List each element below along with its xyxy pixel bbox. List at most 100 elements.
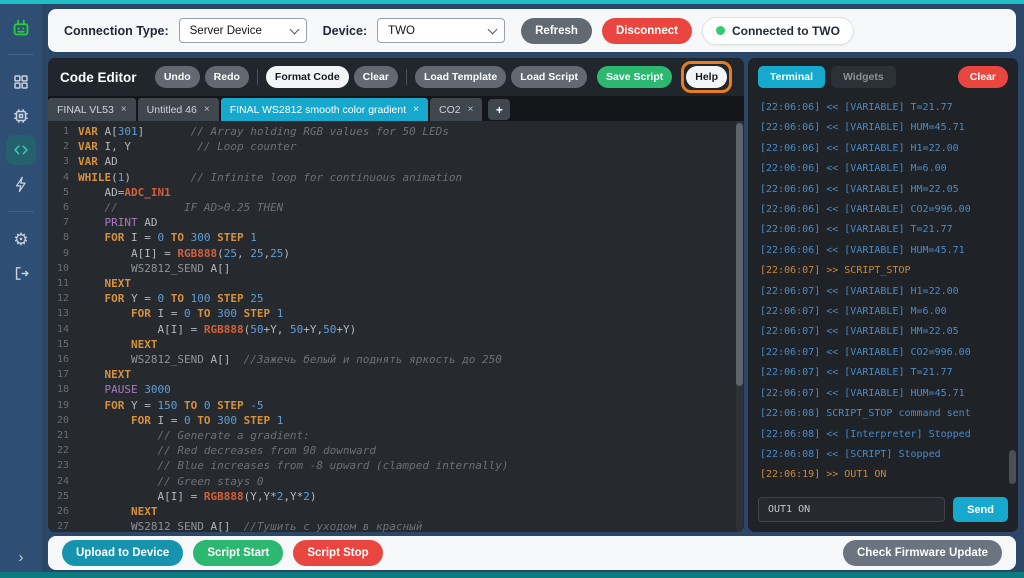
terminal-line: [22:06:06] << [VARIABLE] M=6.00 — [760, 163, 947, 175]
line-number: 12 — [56, 293, 69, 305]
bottom-accent-strip — [0, 572, 1024, 578]
code-line: 11 NEXT — [48, 276, 744, 291]
check-firmware-update-button[interactable]: Check Firmware Update — [842, 540, 1002, 566]
script-stop-button[interactable]: Script Stop — [293, 540, 383, 566]
code-editor-title: Code Editor — [60, 69, 137, 85]
sidebar-item-logout[interactable] — [6, 258, 36, 288]
line-number: 23 — [56, 460, 69, 472]
refresh-button[interactable]: Refresh — [521, 17, 592, 44]
code-line: 25 A[I] = RGB888(Y,Y*2,Y*2) — [48, 489, 744, 504]
terminal-command-input[interactable] — [758, 497, 946, 522]
device-select-wrap: TWO — [377, 18, 506, 43]
editor-tab[interactable]: CO2 × — [430, 98, 483, 121]
device-label: Device: — [322, 23, 368, 38]
disconnect-button[interactable]: Disconnect — [601, 17, 692, 44]
terminal-line: [22:06:07] << [VARIABLE] CO2=996.00 — [760, 346, 971, 358]
sidebar-item-actions[interactable] — [6, 169, 36, 199]
connection-type-select-wrap: Server Device — [178, 18, 307, 43]
code-line: 18 PAUSE 3000 — [48, 382, 744, 397]
editor-tab[interactable]: Untitled 46 × — [137, 98, 219, 121]
line-number: 1 — [62, 126, 69, 137]
connection-status-badge: Connected to TWO — [701, 16, 854, 45]
terminal-log: [22:06:06] << [VARIABLE] T=21.77 [22:06:0… — [748, 94, 1018, 489]
undo-button[interactable]: Undo — [154, 66, 200, 88]
terminal-line: [22:06:07] << [VARIABLE] H1=22.00 — [760, 285, 959, 297]
clear-button[interactable]: Clear — [353, 66, 398, 88]
terminal-tab-widgets[interactable]: Widgets — [830, 66, 896, 88]
gear-icon: ⚙ — [13, 229, 29, 249]
script-start-button[interactable]: Script Start — [193, 540, 284, 566]
sidebar-item-dashboard[interactable] — [6, 67, 36, 97]
upload-to-device-button[interactable]: Upload to Device — [62, 540, 184, 566]
line-number: 20 — [56, 414, 69, 426]
line-number: 22 — [56, 445, 69, 457]
cpu-icon — [12, 107, 30, 125]
tab-label: FINAL WS2812 smooth color gradient — [229, 103, 407, 116]
code-line: 15 NEXT — [48, 337, 744, 352]
code-line: 4 WHILE(1) // Infinite loop for continuou… — [48, 170, 744, 185]
send-button[interactable]: Send — [953, 497, 1008, 522]
help-button-highlight: Help — [681, 61, 732, 93]
connection-type-select[interactable]: Server Device — [178, 18, 307, 43]
terminal-scrollbar-thumb[interactable] — [1009, 450, 1016, 484]
code-lines: 1 VAR A[301] // Array holding RGB values … — [48, 121, 744, 532]
code-line: 12 FOR Y = 0 TO 100 STEP 25 — [48, 291, 744, 306]
format-code-button[interactable]: Format Code — [265, 66, 349, 88]
app-logo-robot-icon — [10, 17, 32, 44]
terminal-line: [22:06:06] << [VARIABLE] T=21.77 — [760, 224, 953, 236]
code-line: 23 // Blue increases from -8 upward (cla… — [48, 458, 744, 473]
sidebar-item-settings[interactable]: ⚙ — [6, 224, 36, 254]
grid-icon — [12, 73, 30, 91]
terminal-line: [22:06:07] >> SCRIPT_STOP — [760, 265, 911, 277]
sidebar: ⚙ › — [0, 4, 42, 572]
terminal-clear-button[interactable]: Clear — [957, 66, 1008, 88]
toolbar-divider — [405, 69, 407, 85]
line-number: 18 — [56, 384, 69, 396]
load-template-button[interactable]: Load Template — [414, 66, 507, 88]
line-number: 17 — [56, 369, 69, 381]
terminal-line: [22:06:06] << [VARIABLE] CO2=996.00 — [760, 204, 971, 216]
tab-close-icon[interactable]: × — [204, 104, 210, 115]
code-line: 1 VAR A[301] // Array holding RGB values … — [48, 124, 744, 139]
line-number: 5 — [62, 186, 69, 198]
terminal-panel: Terminal Widgets Clear [22:06:06] << [VARI… — [748, 58, 1018, 532]
add-tab-button[interactable]: + — [488, 99, 511, 120]
terminal-line: [22:06:06] << [VARIABLE] HUM=45.71 — [760, 122, 965, 134]
line-number: 13 — [56, 308, 69, 320]
code-line: 6 // IF AD>0.25 THEN — [48, 200, 744, 215]
terminal-line: [22:06:08] << [SCRIPT] Stopped — [760, 448, 941, 460]
line-number: 9 — [62, 247, 69, 259]
editor-scrollbar-thumb[interactable] — [736, 123, 743, 387]
terminal-line: [22:06:07] << [VARIABLE] M=6.00 — [760, 306, 947, 318]
code-line: 16 WS2812_SEND A[] //Зажечь белый и подн… — [48, 352, 744, 367]
terminal-line: [22:06:08] << [Interpreter] Stopped — [760, 428, 971, 440]
code-line: 7 PRINT AD — [48, 215, 744, 230]
terminal-header: Terminal Widgets Clear — [748, 58, 1018, 94]
tab-label: Untitled 46 — [146, 103, 197, 116]
load-script-button[interactable]: Load Script — [511, 66, 588, 88]
line-number: 25 — [56, 490, 69, 502]
redo-button[interactable]: Redo — [204, 66, 249, 88]
sidebar-item-device[interactable] — [6, 101, 36, 131]
status-dot-icon — [715, 26, 725, 35]
tab-close-icon[interactable]: × — [468, 104, 474, 115]
editor-tab[interactable]: FINAL WS2812 smooth color gradient × — [220, 98, 428, 121]
code-editor-panel: Code Editor Undo Redo Format Code Clear … — [48, 58, 744, 532]
tab-close-icon[interactable]: × — [121, 104, 127, 115]
sidebar-divider — [8, 54, 34, 55]
terminal-line: [22:06:07] << [VARIABLE] T=21.77 — [760, 367, 953, 379]
save-script-button[interactable]: Save Script — [597, 66, 673, 88]
editor-tab[interactable]: FINAL VL53 × — [48, 98, 136, 121]
line-number: 21 — [56, 430, 69, 442]
code-line: 19 FOR Y = 150 TO 0 STEP -5 — [48, 398, 744, 413]
help-button[interactable]: Help — [686, 66, 727, 88]
sidebar-item-code-editor[interactable] — [6, 135, 36, 165]
code-editor-area[interactable]: 1 VAR A[301] // Array holding RGB values … — [48, 121, 744, 532]
line-number: 4 — [62, 171, 69, 183]
tab-close-icon[interactable]: × — [413, 104, 419, 115]
sidebar-collapse-chevron-icon[interactable]: › — [0, 549, 42, 566]
tab-label: CO2 — [439, 103, 461, 116]
line-number: 2 — [62, 141, 69, 153]
terminal-tab-terminal[interactable]: Terminal — [758, 66, 825, 88]
device-select[interactable]: TWO — [377, 18, 506, 43]
